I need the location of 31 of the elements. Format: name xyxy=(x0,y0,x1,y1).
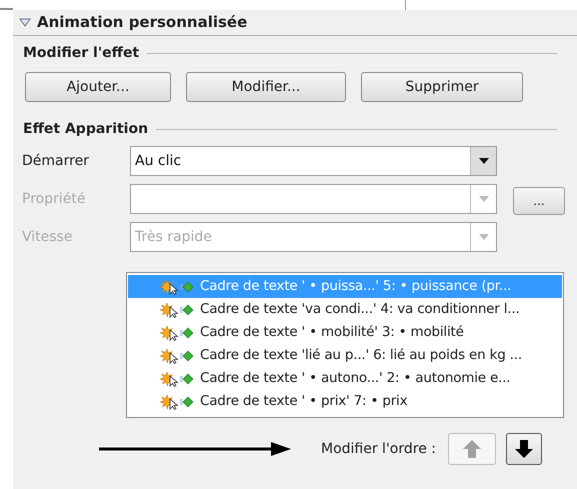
animation-list-item[interactable]: Cadre de texte 'lié au p...' 6: lié au poids en kg ... xyxy=(128,344,562,367)
panel-title: Animation personnalisée xyxy=(37,12,248,34)
effect-icon xyxy=(160,370,194,386)
dropdown-field[interactable]: Au clic xyxy=(130,146,497,176)
effect-icon xyxy=(160,324,194,340)
effect-icon xyxy=(160,278,194,294)
section-heading: Modifier l'effet xyxy=(23,44,140,62)
section-heading: Effet Apparition xyxy=(23,120,148,138)
action-button[interactable]: Ajouter... xyxy=(25,72,171,102)
field-value: Très rapide xyxy=(135,228,212,246)
action-button[interactable]: Modifier... xyxy=(186,72,346,102)
field-label: Démarrer xyxy=(22,152,90,170)
move-down-button[interactable] xyxy=(506,433,542,465)
down-arrow-icon xyxy=(515,440,533,458)
effect-icon xyxy=(160,394,194,410)
up-arrow-icon xyxy=(463,440,481,458)
effect-icon xyxy=(160,302,194,318)
effect-icon xyxy=(160,348,194,364)
field-value: Au clic xyxy=(135,152,182,170)
animation-list-item[interactable]: Cadre de texte ' • mobilité' 3: • mobilité xyxy=(128,321,562,344)
dropdown-arrow-icon xyxy=(478,158,488,164)
animation-list-item[interactable]: Cadre de texte ' • autono...' 2: • autonomie e... xyxy=(128,367,562,390)
dropdown-arrow-icon xyxy=(478,234,488,240)
field-label: Propriété xyxy=(22,190,86,208)
collapse-toggle-icon[interactable] xyxy=(19,18,31,27)
animation-list-item[interactable]: Cadre de texte 'va condi...' 4: va conditionner l... xyxy=(128,298,562,321)
action-button[interactable]: Supprimer xyxy=(361,72,523,102)
animation-list-item[interactable]: Cadre de texte ' • prix' 7: • prix xyxy=(128,390,562,413)
field-label: Vitesse xyxy=(22,228,74,246)
dropdown-arrow-icon xyxy=(478,196,488,202)
order-label: Modifier l'ordre : xyxy=(321,440,436,458)
